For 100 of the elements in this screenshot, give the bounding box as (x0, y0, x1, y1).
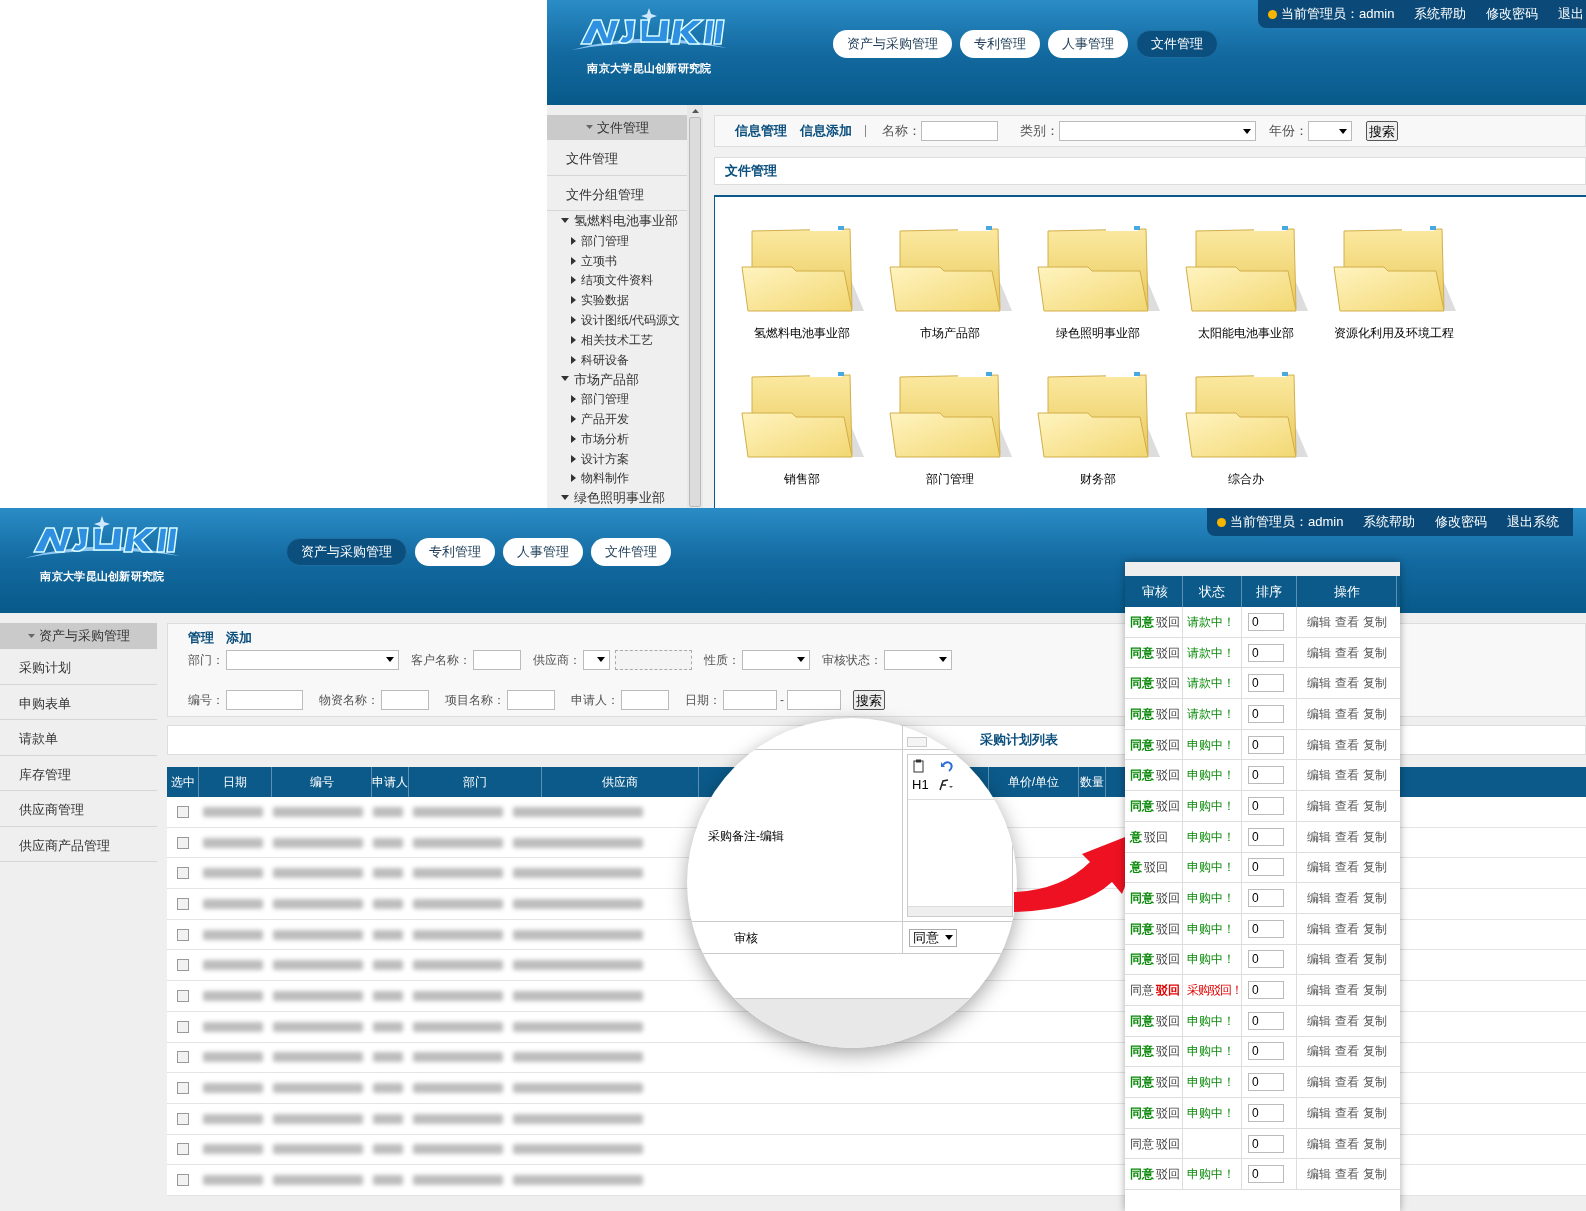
expanded-caret-icon[interactable] (561, 376, 569, 383)
nav-tab[interactable]: 文件管理 (591, 538, 671, 566)
folder-label[interactable]: 太阳能电池事业部 (1198, 324, 1294, 342)
header-link[interactable]: 修改密码 (1486, 4, 1539, 24)
sidebar-item[interactable]: 库存管理 (0, 755, 157, 791)
folder-label[interactable]: 氢燃料电池事业部 (754, 324, 850, 342)
agree-link[interactable]: 意 (1130, 827, 1142, 846)
action-link[interactable]: 查看 (1335, 612, 1359, 631)
action-link[interactable]: 编辑 (1307, 1103, 1331, 1122)
tree-item[interactable]: 物料制作 (581, 469, 629, 488)
scroll-up-icon[interactable] (691, 109, 699, 113)
action-link[interactable]: 编辑 (1307, 674, 1331, 693)
action-link[interactable]: 复制 (1363, 735, 1387, 754)
folder-label[interactable]: 市场产品部 (920, 324, 980, 342)
sidebar-item[interactable]: 采购计划 (0, 649, 157, 685)
reject-link[interactable]: 驳回 (1156, 1165, 1180, 1184)
year-select[interactable] (1308, 121, 1352, 141)
sidebar-item[interactable]: 申购表单 (0, 684, 157, 720)
action-link[interactable]: 复制 (1363, 766, 1387, 785)
filter-link[interactable]: 添加 (226, 628, 252, 648)
reject-link[interactable]: 驳回 (1156, 1103, 1180, 1122)
action-link[interactable]: 编辑 (1307, 1073, 1331, 1092)
action-link[interactable]: 查看 (1335, 643, 1359, 662)
sidebar-header[interactable]: 文件管理 (547, 115, 687, 141)
order-field[interactable]: 0 (1248, 612, 1284, 631)
tree-item[interactable]: 市场分析 (581, 429, 629, 448)
reject-link[interactable]: 驳回 (1156, 643, 1180, 662)
action-link[interactable]: 编辑 (1307, 1134, 1331, 1153)
order-field[interactable]: 0 (1248, 674, 1284, 693)
order-field[interactable]: 0 (1248, 643, 1284, 662)
agree-link[interactable]: 同意 (1130, 1042, 1154, 1061)
row-checkbox[interactable] (177, 1051, 189, 1064)
date-field[interactable] (787, 689, 841, 710)
action-link[interactable]: 查看 (1335, 766, 1359, 785)
action-link[interactable]: 编辑 (1307, 1042, 1331, 1061)
action-link[interactable]: 复制 (1363, 643, 1387, 662)
reject-link[interactable]: 驳回 (1156, 674, 1180, 693)
action-link[interactable]: 查看 (1335, 858, 1359, 877)
action-link[interactable]: 复制 (1363, 981, 1387, 1000)
toolbar-link[interactable]: 信息管理 (735, 121, 787, 141)
supplier-field[interactable] (615, 649, 692, 670)
filter-select[interactable] (884, 649, 952, 670)
filter-field[interactable] (621, 689, 669, 710)
order-field[interactable]: 0 (1248, 827, 1284, 846)
reject-link[interactable]: 驳回 (1156, 1073, 1180, 1092)
collapsed-caret-icon[interactable] (571, 236, 577, 245)
action-link[interactable]: 查看 (1335, 981, 1359, 1000)
order-field[interactable]: 0 (1248, 1134, 1284, 1153)
agree-link[interactable]: 同意 (1130, 919, 1154, 938)
action-link[interactable]: 编辑 (1307, 704, 1331, 723)
action-link[interactable]: 编辑 (1307, 735, 1331, 754)
header-link[interactable]: 退出 (1558, 4, 1585, 24)
scrollbar-thumb[interactable] (689, 117, 701, 507)
header-link[interactable]: 系统帮助 (1363, 512, 1416, 532)
action-link[interactable]: 复制 (1363, 1073, 1387, 1092)
action-link[interactable]: 查看 (1335, 704, 1359, 723)
folder-label[interactable]: 销售部 (784, 470, 820, 488)
search-button[interactable]: 搜索 (1366, 121, 1398, 141)
action-link[interactable]: 复制 (1363, 1042, 1387, 1061)
action-link[interactable]: 复制 (1363, 919, 1387, 938)
action-link[interactable]: 编辑 (1307, 950, 1331, 969)
nav-tab[interactable]: 资产与采购管理 (286, 538, 407, 566)
action-link[interactable]: 编辑 (1307, 643, 1331, 662)
name-field[interactable] (921, 121, 998, 141)
action-link[interactable]: 复制 (1363, 889, 1387, 908)
agree-link[interactable]: 同意 (1130, 643, 1154, 662)
review-select[interactable]: 同意 (909, 928, 957, 947)
order-field[interactable]: 0 (1248, 1165, 1284, 1184)
agree-link[interactable]: 同意 (1130, 889, 1154, 908)
nav-tab[interactable]: 人事管理 (1048, 30, 1128, 58)
filter-field[interactable] (226, 689, 303, 710)
action-link[interactable]: 复制 (1363, 704, 1387, 723)
category-select[interactable] (1059, 121, 1256, 141)
expanded-caret-icon[interactable] (561, 217, 569, 224)
action-link[interactable]: 复制 (1363, 827, 1387, 846)
tree-item[interactable]: 氢燃料电池事业部 (574, 211, 678, 231)
agree-link[interactable]: 同意 (1130, 612, 1154, 631)
tree-item[interactable]: 产品开发 (581, 409, 629, 428)
action-link[interactable]: 查看 (1335, 1011, 1359, 1030)
collapsed-caret-icon[interactable] (571, 434, 577, 443)
action-link[interactable]: 查看 (1335, 796, 1359, 815)
action-link[interactable]: 编辑 (1307, 1165, 1331, 1184)
action-link[interactable]: 编辑 (1307, 858, 1331, 877)
order-field[interactable]: 0 (1248, 735, 1284, 754)
action-link[interactable]: 复制 (1363, 1165, 1387, 1184)
order-field[interactable]: 0 (1248, 950, 1284, 969)
action-link[interactable]: 编辑 (1307, 889, 1331, 908)
reject-link[interactable]: 驳回 (1156, 704, 1180, 723)
row-checkbox[interactable] (177, 1020, 189, 1033)
nav-tab[interactable]: 文件管理 (1136, 30, 1218, 58)
paste-icon[interactable] (912, 759, 926, 773)
reject-link[interactable]: 驳回 (1156, 1042, 1180, 1061)
collapsed-caret-icon[interactable] (571, 355, 577, 364)
tree-item[interactable]: 部门管理 (581, 231, 629, 250)
date-field[interactable] (723, 689, 777, 710)
order-field[interactable]: 0 (1248, 919, 1284, 938)
collapsed-caret-icon[interactable] (571, 315, 577, 324)
action-link[interactable]: 复制 (1363, 950, 1387, 969)
action-link[interactable]: 编辑 (1307, 612, 1331, 631)
reject-link[interactable]: 驳回 (1156, 612, 1180, 631)
